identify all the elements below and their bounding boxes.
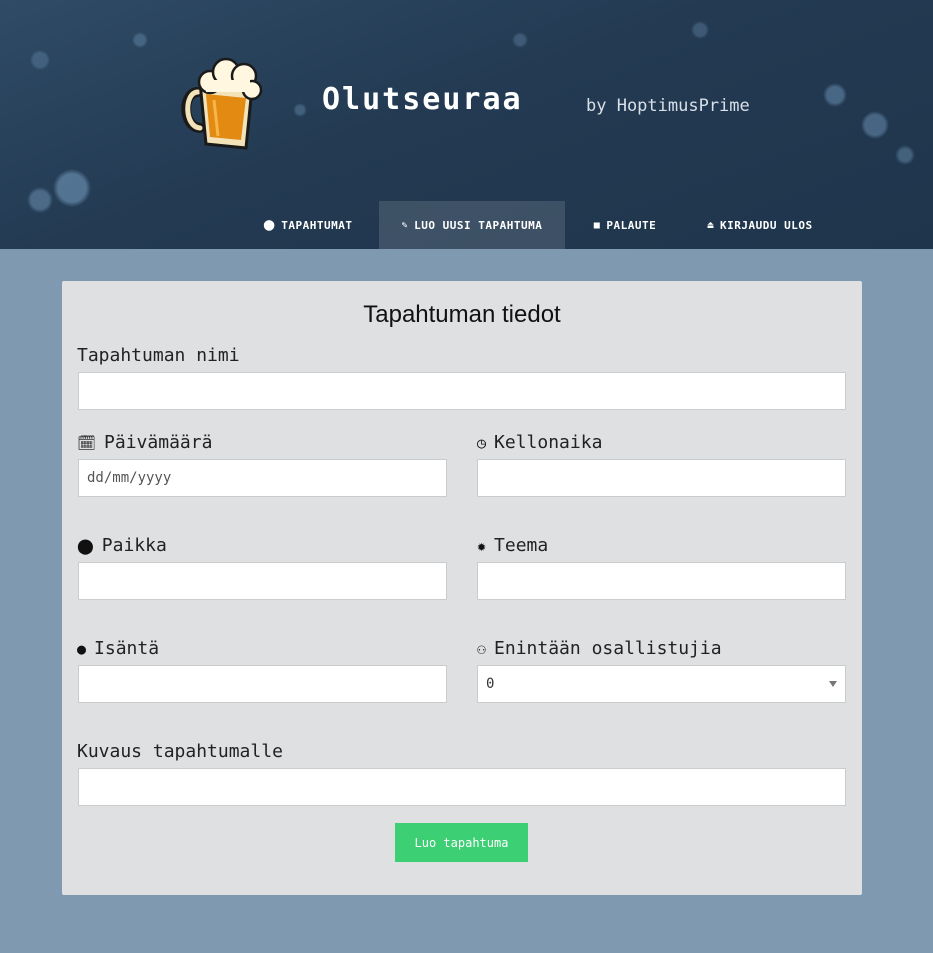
nav-item-luo-uusi-tapahtuma[interactable]: ✎ LUO UUSI TAPAHTUMA	[379, 201, 565, 249]
nav-item-label: PALAUTE	[606, 218, 657, 232]
event-name-input[interactable]	[78, 372, 846, 410]
label-text: Kellonaika	[494, 432, 603, 453]
comments-icon: ■	[593, 219, 601, 231]
nav-item-palaute[interactable]: ■ PALAUTE	[577, 201, 673, 249]
certificate-icon: ✹	[477, 536, 487, 555]
description-input[interactable]	[78, 768, 846, 806]
nav-item-label: TAPAHTUMAT	[281, 218, 353, 232]
form-title: Tapahtuman tiedot	[363, 301, 561, 328]
label-text: Isäntä	[94, 638, 160, 659]
event-form-card: Tapahtuman tiedot Tapahtuman nimi 🗓 Päiv…	[62, 281, 862, 895]
label-text: Enintään osallistujia	[494, 638, 722, 659]
create-event-button[interactable]: Luo tapahtuma	[395, 823, 528, 862]
site-title: Olutseuraa	[322, 82, 523, 117]
host-label: ● Isäntä	[77, 638, 159, 659]
place-label: ⬤ Paikka	[77, 535, 167, 556]
calendar-icon: 🗓	[77, 433, 97, 452]
description-label: Kuvaus tapahtumalle	[77, 741, 283, 762]
nav-item-kirjaudu-ulos[interactable]: ⏏ KIRJAUDU ULOS	[690, 201, 830, 249]
main-nav: ⬤ TAPAHTUMAT ✎ LUO UUSI TAPAHTUMA ■ PALA…	[0, 201, 933, 249]
chevron-down-icon	[829, 681, 837, 687]
site-header: Olutseuraa by HoptimusPrime ⬤ TAPAHTUMAT…	[0, 0, 933, 249]
nav-item-tapahtumat[interactable]: ⬤ TAPAHTUMAT	[250, 201, 366, 249]
event-name-label: Tapahtuman nimi	[77, 345, 240, 366]
beer-mug-icon	[181, 57, 263, 150]
host-input[interactable]	[78, 665, 447, 703]
pencil-icon: ✎	[401, 219, 409, 231]
date-label: 🗓 Päivämäärä	[77, 432, 212, 453]
map-marker-icon: ⬤	[77, 536, 94, 555]
theme-label: ✹ Teema	[477, 535, 548, 556]
users-icon: ⚇	[477, 639, 487, 658]
select-value: 0	[486, 676, 495, 692]
footprint-icon: ●	[77, 639, 87, 658]
time-input[interactable]	[477, 459, 846, 497]
nav-item-label: KIRJAUDU ULOS	[719, 218, 813, 232]
date-placeholder: dd/mm/yyyy	[87, 470, 172, 486]
eject-icon: ⏏	[707, 219, 714, 231]
date-input[interactable]: dd/mm/yyyy	[78, 459, 447, 497]
clock-icon: ◷	[477, 433, 487, 452]
label-text: Kuvaus tapahtumalle	[77, 741, 283, 762]
place-input[interactable]	[78, 562, 447, 600]
label-text: Teema	[494, 535, 549, 556]
label-text: Tapahtuman nimi	[77, 345, 240, 366]
label-text: Päivämäärä	[104, 432, 213, 453]
site-byline: by HoptimusPrime	[586, 96, 750, 116]
max-participants-select[interactable]: 0	[477, 665, 846, 703]
map-marker-icon: ⬤	[263, 219, 276, 231]
label-text: Paikka	[101, 535, 167, 556]
time-label: ◷ Kellonaika	[477, 432, 602, 453]
nav-item-label: LUO UUSI TAPAHTUMA	[414, 218, 543, 232]
theme-input[interactable]	[477, 562, 846, 600]
max-participants-label: ⚇ Enintään osallistujia	[477, 638, 722, 659]
